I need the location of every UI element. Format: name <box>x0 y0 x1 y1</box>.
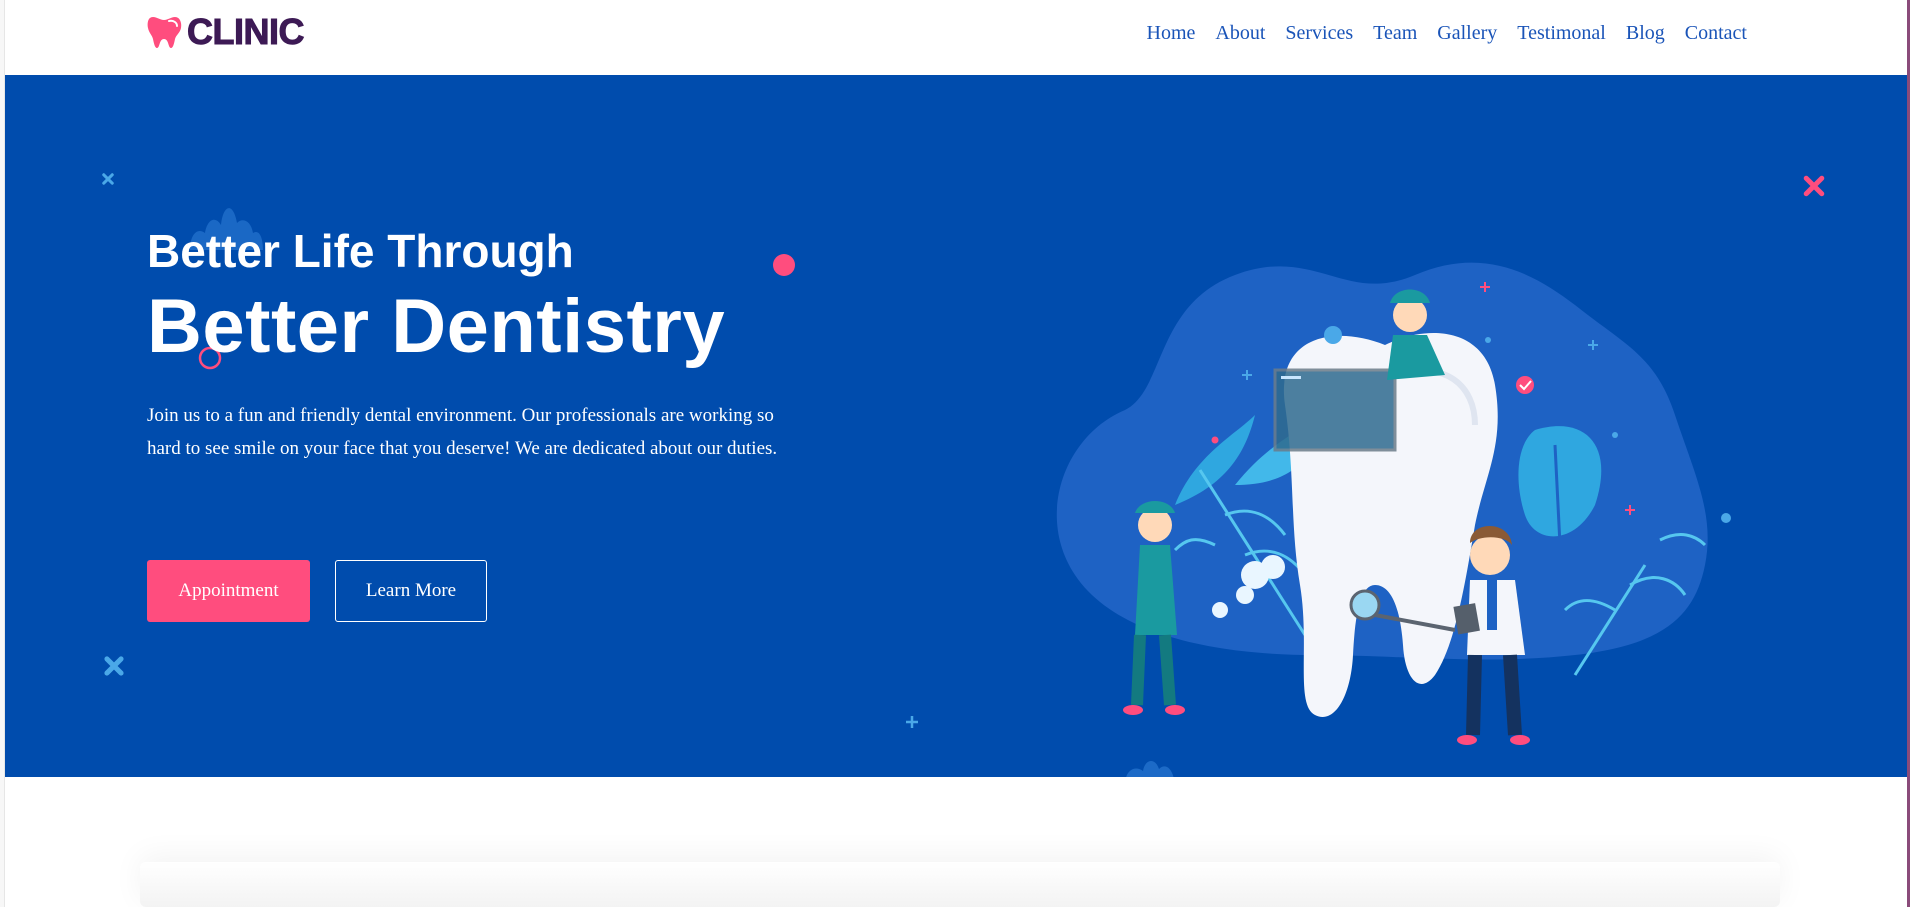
cross-decoration-icon <box>104 656 124 676</box>
nav-testimonal[interactable]: Testimonal <box>1507 20 1616 46</box>
brand-logo[interactable]: CLINIC <box>147 11 306 53</box>
cross-decoration-icon <box>1803 175 1825 197</box>
next-section-card <box>140 862 1780 907</box>
appointment-button[interactable]: Appointment <box>147 560 310 622</box>
hero-actions: Appointment Learn More <box>147 560 487 622</box>
hero-headline: Better Dentistry <box>147 284 726 369</box>
plus-decoration-icon <box>906 716 918 728</box>
hero-copy: Better Life Through Better Dentistry Joi… <box>147 225 797 465</box>
nav-services[interactable]: Services <box>1275 20 1363 46</box>
tooth-icon <box>147 17 182 48</box>
nav-contact[interactable]: Contact <box>1675 20 1757 46</box>
main-nav: Home About Services Team Gallery Testimo… <box>1137 20 1758 46</box>
brand-name: CLINIC <box>187 11 306 53</box>
hero-description: Join us to a fun and friendly dental env… <box>147 405 778 459</box>
nav-blog[interactable]: Blog <box>1616 20 1675 46</box>
hero-section: Better Life Through Better Dentistry Joi… <box>5 75 1907 777</box>
dental-team-illustration <box>1056 262 1731 777</box>
nav-home[interactable]: Home <box>1137 20 1206 46</box>
cross-decoration-icon <box>102 173 114 185</box>
learn-more-button[interactable]: Learn More <box>335 560 487 622</box>
nav-team[interactable]: Team <box>1363 20 1427 46</box>
nav-about[interactable]: About <box>1205 20 1275 46</box>
site-header: CLINIC Home About Services Team Gallery … <box>5 0 1907 75</box>
hero-kicker: Better Life Through <box>147 225 574 277</box>
nav-gallery[interactable]: Gallery <box>1427 20 1507 46</box>
